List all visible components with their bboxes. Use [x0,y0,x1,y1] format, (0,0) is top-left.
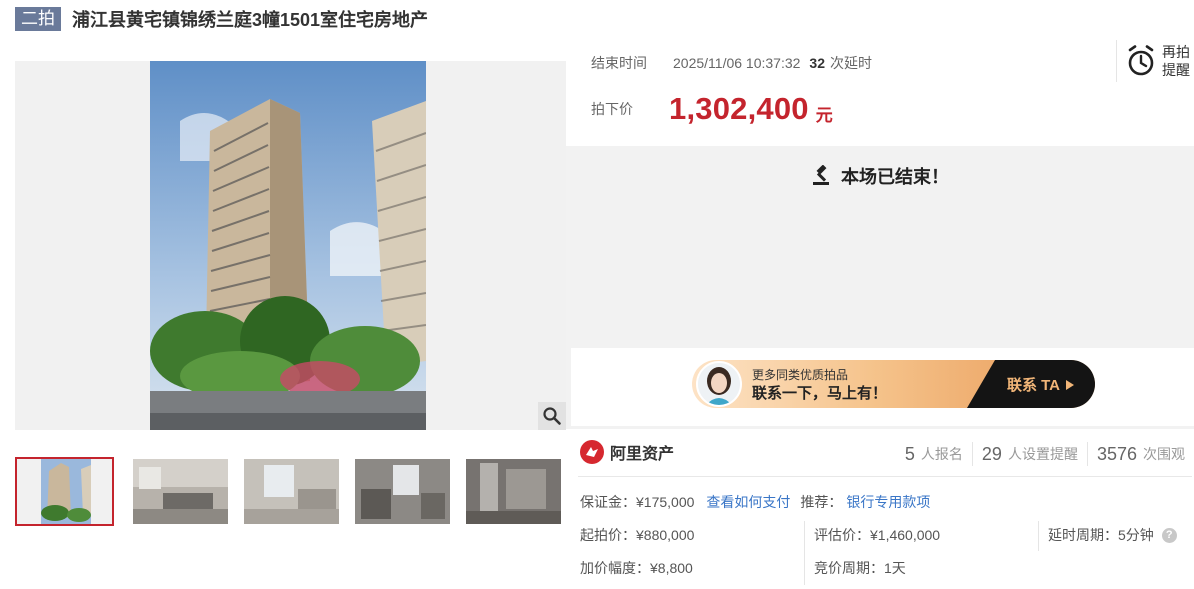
stat-number: 29 [981,443,1002,464]
bid-period: 竞价周期：1天 [814,560,906,576]
gavel-icon [813,165,829,185]
title-row: 二拍 浦江县黄宅镇锦绣兰庭3幢1501室住宅房地产 [15,6,428,32]
platform-brand: 阿里资产 [580,439,674,465]
stat-number: 3576 [1096,443,1137,464]
zoom-button[interactable] [538,402,566,430]
ended-message-row: 本场已结束！ [566,163,1194,189]
contact-ta-label: 联系 TA [1006,377,1060,394]
stat-views: 3576 次围观 [1086,442,1194,466]
final-price-label: 拍下价 [591,101,633,117]
stat-label: 人报名 [920,446,963,462]
final-price-amount: 1,302,400 [669,91,809,126]
ended-message: 本场已结束！ [841,167,949,187]
banner-line1: 更多同类优质拍品 [752,368,849,382]
play-arrow-icon [1066,379,1074,390]
end-time-row: 结束时间 2025/11/06 10:37:32 32 次延时 [591,54,872,72]
bank-account-link[interactable]: 银行专用款项 [846,492,930,512]
platform-name: 阿里资产 [610,446,675,463]
auction-ended-panel: 本场已结束！ 更多同类优质拍品 联系一下，马上有！ 联系 TA [566,146,1194,429]
extension-label: 次延时 [830,55,872,71]
thumbnail-strip [15,457,561,526]
how-to-pay-link[interactable]: 查看如何支付 [706,492,790,512]
bid-increment: 加价幅度：¥8,800 [580,560,693,576]
remind-label-line2: 提醒 [1162,62,1190,78]
divider [578,476,1192,477]
stat-number: 5 [904,443,915,464]
start-price: 起拍价：¥880,000 [580,527,695,543]
extension-count: 32 [809,55,825,71]
final-price-row: 拍下价 1,302,400 元 [591,89,833,129]
customer-service-avatar [696,361,742,407]
final-price-unit: 元 [815,105,833,125]
deposit-row: 保证金：¥175,000 查看如何支付 推荐： 银行专用款项 [580,492,930,512]
magnifier-icon [543,407,561,425]
thumbnail-2[interactable] [131,457,230,526]
divider [804,521,805,585]
divider [1038,521,1039,551]
stats-bar: 5 人报名 29 人设置提醒 3576 次围观 [896,440,1194,468]
reauction-remind-button[interactable]: 再拍 提醒 [1116,40,1194,82]
stat-label: 次围观 [1143,446,1185,462]
alarm-clock-icon [1128,45,1154,76]
stat-registrations: 5 人报名 [896,442,972,466]
thumbnail-1[interactable] [15,457,114,526]
page-title: 浦江县黄宅镇锦绣兰庭3幢1501室住宅房地产 [72,10,429,30]
main-image-viewer[interactable] [15,61,566,430]
deposit-text: 保证金：¥175,000 [580,494,695,510]
stat-reminders: 29 人设置提醒 [971,442,1087,466]
remind-label-line1: 再拍 [1162,44,1190,60]
property-photo [150,61,426,430]
thumbnail-5[interactable] [464,457,563,526]
contact-strip: 更多同类优质拍品 联系一下，马上有！ 联系 TA [571,348,1194,426]
help-icon[interactable]: ? [1161,527,1177,543]
auction-round-badge: 二拍 [15,7,61,31]
thumbnail-3[interactable] [242,457,341,526]
appraisal-price: 评估价：¥1,460,000 [814,527,941,543]
end-time-label: 结束时间 [591,55,647,71]
stat-label: 人设置提醒 [1007,446,1078,462]
ali-asset-logo-icon [580,440,604,464]
delay-period-row: 延时周期：5分钟 ? [1048,525,1177,545]
delay-period: 延时周期：5分钟 [1048,527,1154,543]
contact-ta-button[interactable]: 联系 TA [1007,374,1075,395]
contact-banner[interactable]: 更多同类优质拍品 联系一下，马上有！ 联系 TA [692,360,1095,408]
thumbnail-4[interactable] [353,457,452,526]
end-time-value: 2025/11/06 10:37:32 [673,55,801,71]
banner-line2: 联系一下，马上有！ [752,385,888,402]
recommend-label: 推荐： [800,494,843,510]
